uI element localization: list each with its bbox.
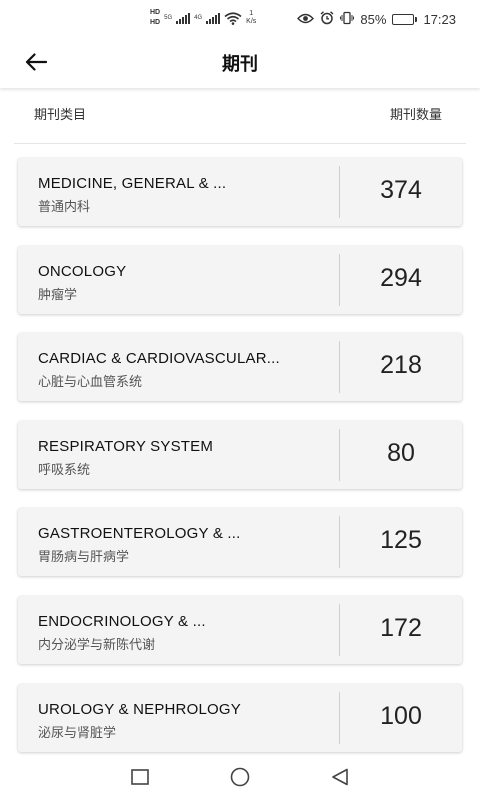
journal-count: 172 <box>380 613 422 642</box>
signal-icon-2 <box>206 12 221 24</box>
vibrate-icon <box>340 11 355 28</box>
status-left-group: HD HD 5G 4G 1 K/s <box>150 9 256 27</box>
category-subtitle: 肿瘤学 <box>38 287 78 303</box>
category-subtitle: 内分泌学与新陈代谢 <box>38 637 156 653</box>
clock-time: 17:23 <box>423 12 456 27</box>
journal-category-card[interactable]: ONCOLOGY 肿瘤学 294 <box>18 245 462 314</box>
category-title: CARDIAC & CARDIOVASCULAR... <box>38 350 280 368</box>
home-button[interactable] <box>225 764 255 794</box>
recent-apps-button[interactable] <box>125 764 155 794</box>
battery-percent: 85% <box>360 12 387 27</box>
square-icon <box>131 769 149 789</box>
page-title: 期刊 <box>222 54 258 75</box>
hd-bottom-label: HD <box>150 19 161 26</box>
hd-top-label: HD <box>150 9 161 16</box>
category-subtitle: 普通内科 <box>38 200 91 215</box>
category-subtitle: 胃肠病与肝病学 <box>38 550 130 566</box>
journal-category-list: MEDICINE, GENERAL & ... 普通内科 374 ONCOLOG… <box>18 158 462 771</box>
journal-count: 294 <box>380 263 422 292</box>
journal-category-card[interactable]: MEDICINE, GENERAL & ... 普通内科 374 <box>18 158 462 226</box>
journal-count: 125 <box>380 526 422 555</box>
system-back-button[interactable] <box>325 764 355 794</box>
count-column-label: 期刊数量 <box>389 108 442 123</box>
category-subtitle: 心脏与心血管系统 <box>38 375 143 391</box>
network-type-1: 5G <box>164 15 173 21</box>
journal-category-card[interactable]: ENDOCRINOLOGY & ... 内分泌学与新陈代谢 172 <box>18 595 462 664</box>
category-title: UROLOGY & NEPHROLOGY <box>38 700 241 718</box>
journal-category-card[interactable]: CARDIAC & CARDIOVASCULAR... 心脏与心血管系统 218 <box>18 333 462 402</box>
journal-count: 100 <box>380 701 422 730</box>
speed-value: 1 <box>249 10 254 17</box>
wifi-icon <box>224 11 242 25</box>
category-title: GASTROENTEROLOGY & ... <box>38 525 241 543</box>
list-header: 期刊类目 期刊数量 <box>34 104 442 123</box>
hd-indicator: HD HD <box>150 9 160 27</box>
signal-icon-1 <box>176 12 191 24</box>
status-bar: HD HD 5G 4G 1 K/s 85% 17:23 <box>0 0 480 38</box>
app-bar: 期刊 <box>0 38 480 88</box>
speed-unit: K/s <box>246 18 257 25</box>
journal-count: 80 <box>387 438 415 467</box>
circle-icon <box>230 767 250 791</box>
battery-icon <box>392 14 418 25</box>
journal-count: 218 <box>380 351 422 380</box>
category-title: ENDOCRINOLOGY & ... <box>38 612 206 630</box>
network-type-2: 4G <box>194 15 203 21</box>
category-subtitle: 泌尿与肾脏学 <box>38 725 117 741</box>
category-title: MEDICINE, GENERAL & ... <box>38 175 227 192</box>
journal-category-card[interactable]: RESPIRATORY SYSTEM 呼吸系统 80 <box>18 420 462 489</box>
journal-count: 374 <box>380 176 422 204</box>
status-right-group: 85% 17:23 <box>297 11 456 28</box>
journal-category-card[interactable]: UROLOGY & NEPHROLOGY 泌尿与肾脏学 100 <box>18 683 462 752</box>
category-title: ONCOLOGY <box>38 262 127 280</box>
network-speed: 1 K/s <box>246 10 256 26</box>
eye-icon <box>297 12 315 27</box>
journal-category-card[interactable]: GASTROENTEROLOGY & ... 胃肠病与肝病学 125 <box>18 508 462 577</box>
system-nav-bar <box>0 758 480 800</box>
alarm-clock-icon <box>320 11 334 28</box>
category-subtitle: 呼吸系统 <box>38 462 91 478</box>
category-column-label: 期刊类目 <box>34 108 87 123</box>
header-divider <box>14 143 466 144</box>
triangle-left-icon <box>331 768 349 790</box>
category-title: RESPIRATORY SYSTEM <box>38 437 214 455</box>
